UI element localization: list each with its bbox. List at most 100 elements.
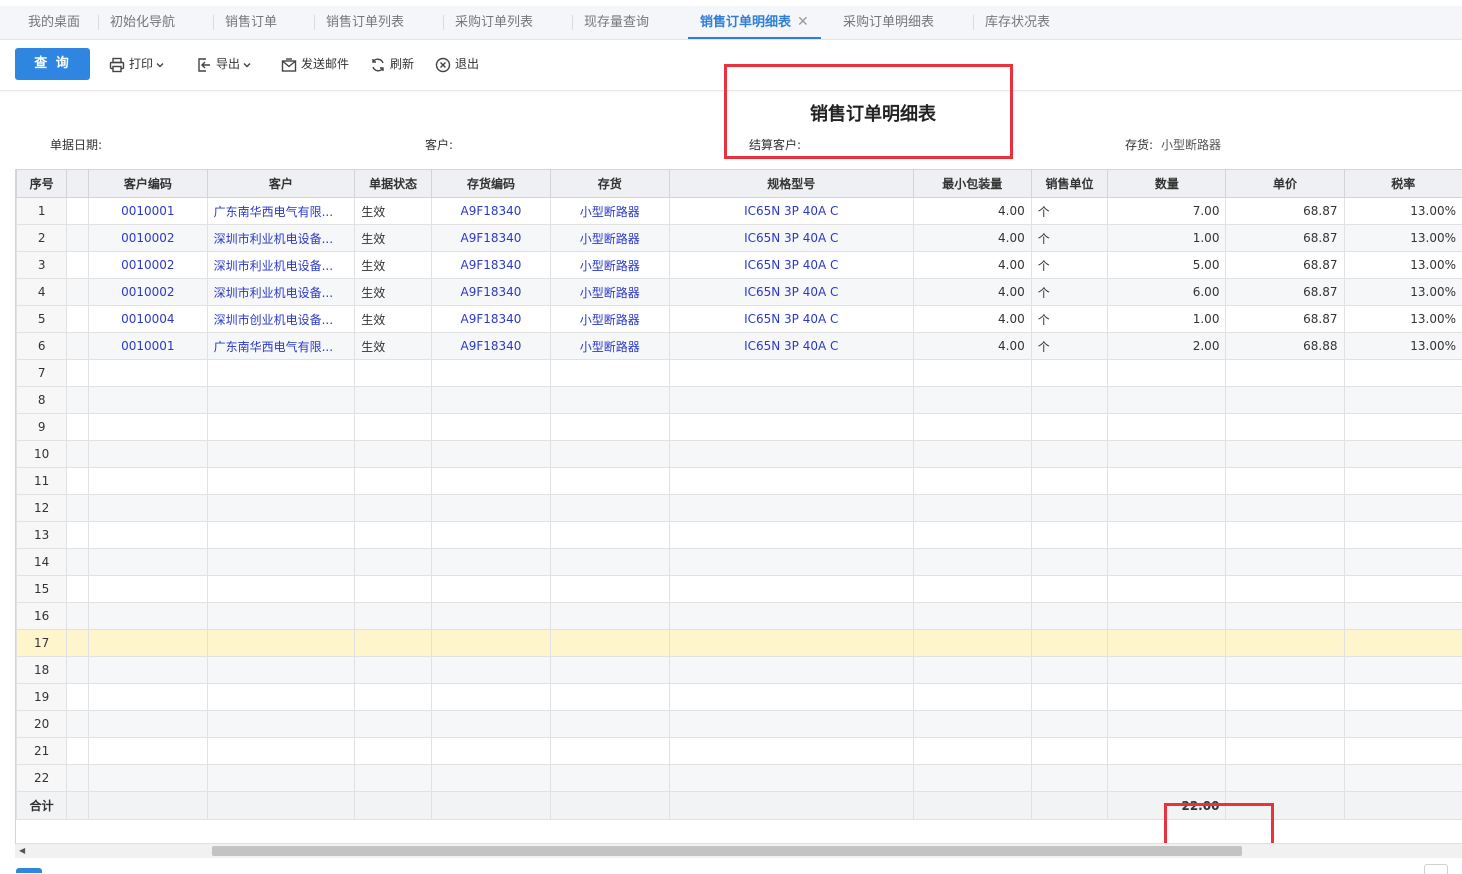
empty-cell[interactable] (1108, 414, 1226, 441)
empty-cell[interactable] (67, 387, 89, 414)
empty-cell[interactable] (1031, 684, 1108, 711)
customer-code-link[interactable]: 0010002 (89, 225, 208, 252)
column-header[interactable]: 客户编码 (89, 170, 208, 198)
tab-purchase-order-detail[interactable]: 采购订单明细表 (831, 6, 946, 39)
stock-code-link[interactable]: A9F18340 (432, 198, 551, 225)
empty-cell[interactable] (207, 711, 355, 738)
empty-cell[interactable] (67, 522, 89, 549)
stock-link[interactable]: 小型断路器 (550, 306, 669, 333)
empty-cell[interactable] (207, 414, 355, 441)
empty-cell[interactable] (1031, 522, 1108, 549)
empty-cell[interactable] (1226, 630, 1344, 657)
empty-cell[interactable] (1108, 630, 1226, 657)
empty-cell[interactable] (1031, 576, 1108, 603)
empty-cell[interactable] (207, 468, 355, 495)
empty-cell[interactable] (1031, 549, 1108, 576)
scrollbar-thumb[interactable] (212, 846, 1242, 856)
customer-code-link[interactable]: 0010001 (89, 198, 208, 225)
empty-cell[interactable] (67, 684, 89, 711)
customer-link[interactable]: 广东南华西电气有限... (207, 198, 355, 225)
customer-code-link[interactable]: 0010004 (89, 306, 208, 333)
empty-cell[interactable] (432, 387, 551, 414)
empty-cell[interactable] (207, 738, 355, 765)
empty-cell[interactable] (355, 603, 432, 630)
empty-cell[interactable] (355, 765, 432, 792)
empty-cell[interactable] (913, 711, 1031, 738)
table-row[interactable]: 11 (17, 468, 1462, 495)
empty-cell[interactable] (1226, 387, 1344, 414)
empty-cell[interactable] (67, 495, 89, 522)
empty-cell[interactable] (432, 414, 551, 441)
empty-cell[interactable] (67, 549, 89, 576)
customer-link[interactable]: 深圳市利业机电设备... (207, 279, 355, 306)
empty-cell[interactable] (432, 738, 551, 765)
empty-cell[interactable] (355, 738, 432, 765)
empty-cell[interactable] (432, 549, 551, 576)
empty-cell[interactable] (1344, 657, 1462, 684)
empty-cell[interactable] (669, 414, 913, 441)
table-row[interactable]: 60010001广东南华西电气有限...生效A9F18340小型断路器IC65N… (17, 333, 1462, 360)
column-header[interactable]: 数量 (1108, 170, 1226, 198)
empty-cell[interactable] (550, 522, 669, 549)
empty-cell[interactable] (207, 549, 355, 576)
table-row[interactable]: 30010002深圳市利业机电设备...生效A9F18340小型断路器IC65N… (17, 252, 1462, 279)
empty-cell[interactable] (669, 684, 913, 711)
empty-cell[interactable] (550, 711, 669, 738)
empty-cell[interactable] (913, 576, 1031, 603)
empty-cell[interactable] (1031, 495, 1108, 522)
empty-cell[interactable] (89, 576, 208, 603)
empty-cell[interactable] (550, 387, 669, 414)
empty-cell[interactable] (432, 711, 551, 738)
empty-cell[interactable] (207, 630, 355, 657)
print-button[interactable]: 打印 (109, 54, 169, 74)
table-row[interactable]: 13 (17, 522, 1462, 549)
empty-cell[interactable] (1344, 630, 1462, 657)
empty-cell[interactable] (1108, 468, 1226, 495)
empty-cell[interactable] (1226, 441, 1344, 468)
empty-cell[interactable] (1226, 522, 1344, 549)
empty-cell[interactable] (89, 414, 208, 441)
empty-cell[interactable] (550, 414, 669, 441)
tab-sales-order-list[interactable]: 销售订单列表 (314, 6, 416, 39)
tab-desktop[interactable]: 我的桌面 (16, 6, 92, 39)
empty-cell[interactable] (1344, 738, 1462, 765)
empty-cell[interactable] (89, 549, 208, 576)
empty-cell[interactable] (67, 711, 89, 738)
report-grid[interactable]: 序号 客户编码 客户 单据状态 存货编码 存货 规格型号 最小包装量 销售单位 … (15, 169, 1462, 843)
empty-cell[interactable] (89, 522, 208, 549)
empty-cell[interactable] (432, 495, 551, 522)
empty-cell[interactable] (1344, 549, 1462, 576)
empty-cell[interactable] (1031, 738, 1108, 765)
table-row[interactable]: 18 (17, 657, 1462, 684)
exit-button[interactable]: 退出 (435, 54, 479, 74)
empty-cell[interactable] (67, 738, 89, 765)
empty-cell[interactable] (432, 360, 551, 387)
empty-cell[interactable] (207, 657, 355, 684)
empty-cell[interactable] (1108, 684, 1226, 711)
empty-cell[interactable] (1031, 360, 1108, 387)
table-row[interactable]: 10 (17, 441, 1462, 468)
empty-cell[interactable] (67, 360, 89, 387)
empty-cell[interactable] (432, 657, 551, 684)
empty-cell[interactable] (432, 522, 551, 549)
tab-init-nav[interactable]: 初始化导航 (98, 6, 187, 39)
empty-cell[interactable] (550, 657, 669, 684)
empty-cell[interactable] (1226, 711, 1344, 738)
table-row[interactable]: 15 (17, 576, 1462, 603)
empty-cell[interactable] (89, 495, 208, 522)
empty-cell[interactable] (913, 657, 1031, 684)
tab-sales-order-detail[interactable]: 销售订单明细表✕ (688, 6, 821, 39)
empty-cell[interactable] (89, 603, 208, 630)
empty-cell[interactable] (1031, 441, 1108, 468)
empty-cell[interactable] (1226, 738, 1344, 765)
empty-cell[interactable] (1108, 657, 1226, 684)
empty-cell[interactable] (913, 360, 1031, 387)
empty-cell[interactable] (669, 549, 913, 576)
empty-cell[interactable] (355, 414, 432, 441)
table-row[interactable]: 20 (17, 711, 1462, 738)
empty-cell[interactable] (1031, 711, 1108, 738)
empty-cell[interactable] (550, 630, 669, 657)
empty-cell[interactable] (67, 414, 89, 441)
empty-cell[interactable] (1226, 765, 1344, 792)
customer-link[interactable]: 深圳市利业机电设备... (207, 252, 355, 279)
